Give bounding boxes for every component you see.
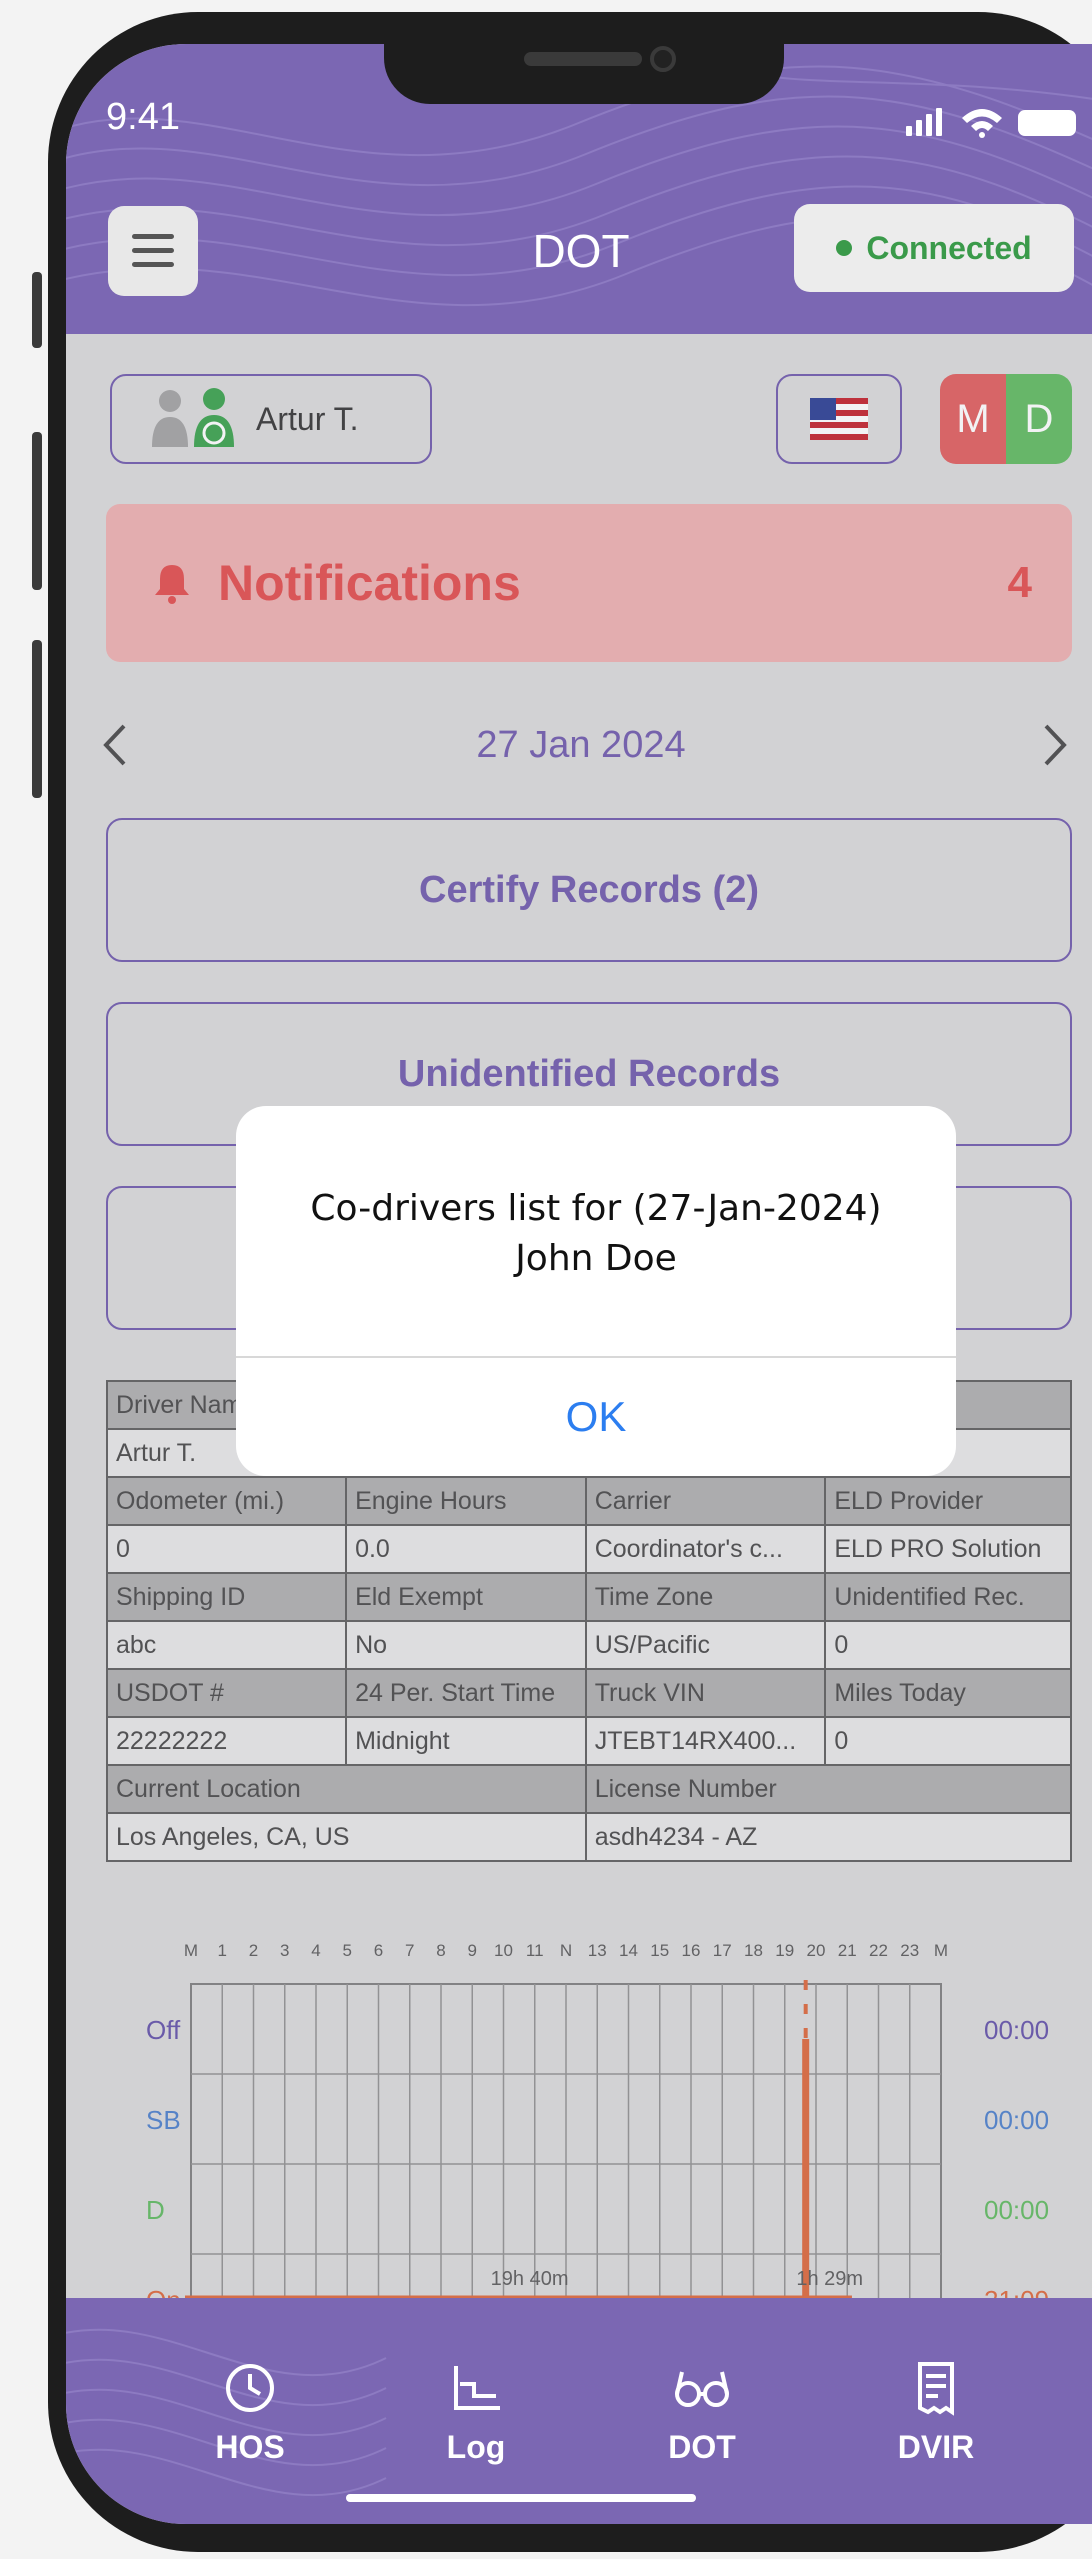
app-header: 9:41 DOT Connected [66, 44, 1092, 334]
mute-switch [32, 272, 42, 348]
nav-label: HOS [215, 2429, 285, 2465]
status-bar-icons [906, 108, 1076, 138]
device-camera [650, 46, 676, 72]
connection-status-button[interactable]: Connected [794, 204, 1074, 292]
device-speaker [524, 52, 642, 66]
app-screen: 9:41 DOT Connected Artur T. M D Notifica… [66, 44, 1092, 2524]
connection-status-label: Connected [866, 229, 1032, 266]
co-drivers-dialog: Co-drivers list for (27-Jan-2024) John D… [236, 1106, 956, 1476]
volume-down-button [32, 640, 42, 798]
nav-item-dvir[interactable]: DVIR [876, 2358, 996, 2466]
nav-item-dot[interactable]: DOT [642, 2358, 762, 2466]
home-indicator [346, 2494, 696, 2502]
log-chart-icon [454, 2366, 500, 2410]
dialog-message: Co-drivers list for (27-Jan-2024) John D… [236, 1184, 956, 1284]
nav-item-log[interactable]: Log [416, 2358, 536, 2466]
nav-item-hos[interactable]: HOS [190, 2358, 310, 2466]
connection-dot-icon [836, 240, 853, 256]
report-icon [918, 2362, 954, 2416]
volume-up-button [32, 432, 42, 590]
glasses-icon [675, 2371, 729, 2407]
clock-icon [226, 2364, 274, 2412]
dialog-title: Co-drivers list for (27-Jan-2024) [310, 1188, 882, 1229]
bottom-nav: HOS Log DOT DVIR [66, 2298, 1092, 2524]
nav-label: DVIR [897, 2429, 975, 2465]
dialog-ok-button[interactable]: OK [236, 1358, 956, 1476]
nav-label: DOT [668, 2429, 736, 2465]
co-driver-name: John Doe [515, 1238, 677, 1279]
nav-label: Log [446, 2429, 506, 2465]
status-bar-time: 9:41 [106, 96, 180, 138]
